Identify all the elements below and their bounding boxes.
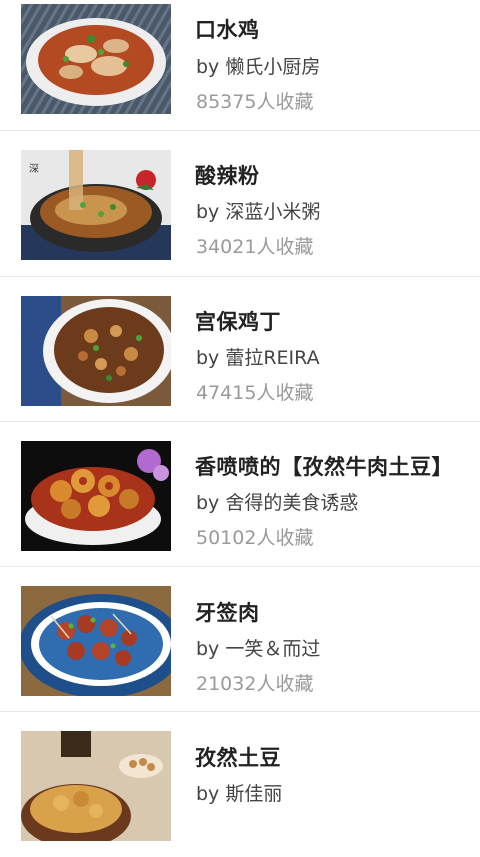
recipe-thumbnail[interactable] (21, 441, 171, 551)
recipe-title[interactable]: 宫保鸡丁 (195, 306, 465, 336)
recipe-title[interactable]: 牙签肉 (195, 597, 465, 627)
recipe-thumbnail[interactable] (21, 731, 171, 841)
recipe-title[interactable]: 香喷喷的【孜然牛肉土豆】 (195, 451, 465, 481)
recipe-title[interactable]: 孜然土豆 (195, 742, 465, 772)
svg-text:深: 深 (29, 163, 39, 175)
dish-photo-icon (21, 296, 171, 406)
recipe-item[interactable] (0, 277, 480, 422)
recipe-thumbnail[interactable]: 深 (21, 150, 171, 260)
dish-photo-icon (21, 4, 171, 114)
recipe-item[interactable]: 深 酸辣粉 (0, 131, 480, 277)
dish-photo-icon: 深 (21, 150, 171, 260)
dish-photo-icon (21, 441, 171, 551)
recipe-title[interactable]: 酸辣粉 (195, 160, 465, 190)
recipe-item[interactable] (0, 712, 480, 857)
recipe-title[interactable]: 口水鸡 (195, 14, 465, 44)
recipe-item[interactable] (0, 567, 480, 712)
recipe-thumbnail[interactable] (21, 586, 171, 696)
recipe-thumbnail[interactable] (21, 296, 171, 406)
recipe-list: 口水鸡 by 懒氏小厨房 85375人收藏 深 酸辣粉 (0, 0, 480, 857)
dish-photo-icon (21, 586, 171, 696)
recipe-thumbnail[interactable] (21, 4, 171, 114)
dish-photo-icon (21, 731, 171, 841)
recipe-item[interactable] (0, 422, 480, 567)
